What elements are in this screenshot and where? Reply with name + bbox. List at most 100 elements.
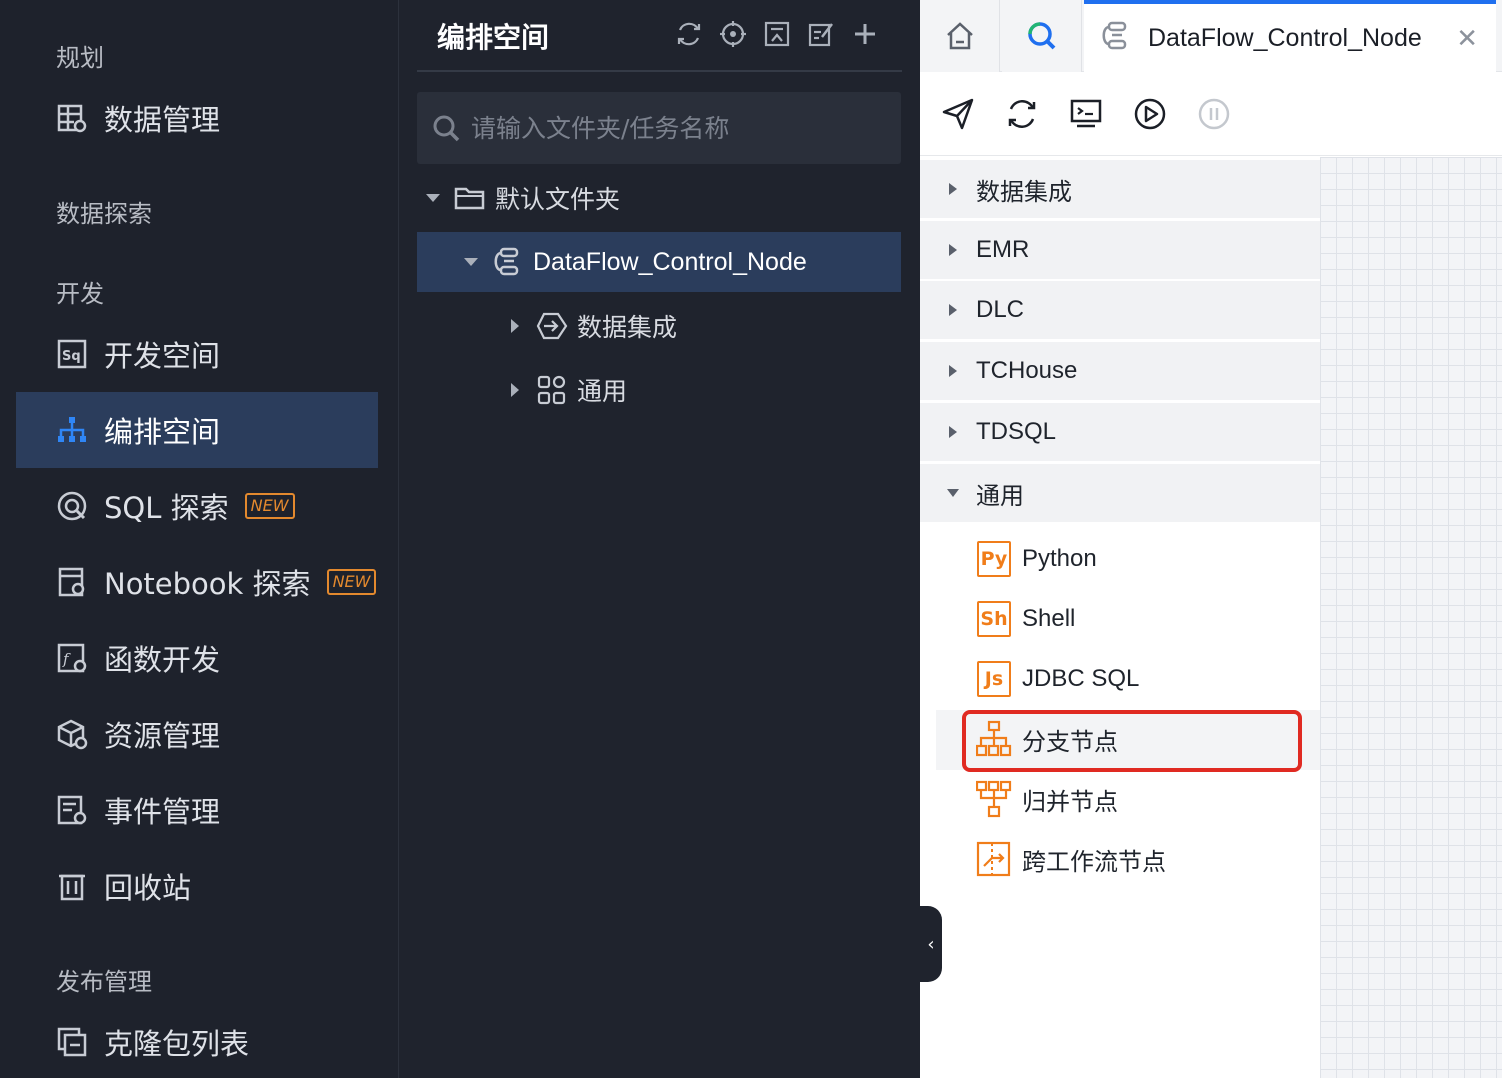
nav-item-notebook-explore[interactable]: Notebook 探索 NEW <box>16 544 378 620</box>
nav-section-develop: 开发 <box>56 280 104 308</box>
function-icon: f <box>56 642 88 674</box>
tab-search[interactable] <box>1002 0 1082 72</box>
grid-icon <box>535 373 569 407</box>
sql-file-icon: Sq <box>56 338 88 370</box>
node-cross-workflow[interactable]: 跨工作流节点 <box>976 831 1166 887</box>
submit-icon[interactable] <box>940 96 976 132</box>
caret-right-icon[interactable] <box>507 382 523 398</box>
nav-item-label: 回收站 <box>104 871 192 905</box>
caret-right-icon[interactable] <box>507 318 523 334</box>
jdbc-icon: Js <box>976 660 1012 698</box>
search-input[interactable] <box>471 113 891 143</box>
nav-item-dev-space[interactable]: Sq 开发空间 <box>16 316 378 392</box>
chevron-left-icon: ‹ <box>927 933 935 955</box>
category-general[interactable]: 通用 <box>920 464 1320 522</box>
home-icon <box>946 22 973 50</box>
nav-item-orchestration[interactable]: 编排空间 <box>16 392 378 468</box>
cross-workflow-icon <box>976 840 1012 878</box>
nav-item-label: 克隆包列表 <box>104 1027 250 1061</box>
tab-workflow[interactable]: DataFlow_Control_Node ✕ <box>1084 0 1496 72</box>
node-label: Python <box>1022 545 1097 572</box>
workflow-canvas[interactable] <box>1320 157 1502 1078</box>
nav-item-recycle[interactable]: 回收站 <box>16 848 378 924</box>
data-management-icon <box>56 102 88 134</box>
nav-section-publish: 发布管理 <box>56 968 152 996</box>
tree-child-integration[interactable]: 数据集成 <box>507 296 677 356</box>
nav-item-event-mgmt[interactable]: 事件管理 <box>16 772 378 848</box>
folder-icon <box>453 181 487 215</box>
node-merge[interactable]: 归并节点 <box>976 771 1118 827</box>
caret-right-icon <box>946 364 960 378</box>
cube-icon <box>56 718 88 750</box>
category-data-integration[interactable]: 数据集成 <box>920 160 1320 218</box>
node-label: 跨工作流节点 <box>1022 848 1166 876</box>
collapse-all-icon[interactable] <box>762 18 792 50</box>
editor-area: DataFlow_Control_Node ✕ 数据集成 EMR DLC TCH… <box>920 0 1502 1078</box>
nav-item-label: 数据管理 <box>104 103 221 137</box>
nav-item-func-dev[interactable]: f 函数开发 <box>16 620 378 696</box>
search-box[interactable] <box>417 92 901 164</box>
nav-item-label: Notebook 探索 <box>104 567 311 601</box>
trash-icon <box>56 870 88 902</box>
tree-child-label: 通用 <box>577 377 628 406</box>
tree-workflow[interactable]: DataFlow_Control_Node <box>417 232 901 292</box>
nav-item-sql-explore[interactable]: SQL 探索 NEW <box>16 468 378 544</box>
refresh-icon[interactable] <box>674 18 704 50</box>
nav-item-clone-list[interactable]: 克隆包列表 <box>16 1004 378 1078</box>
node-label: 归并节点 <box>1022 788 1118 816</box>
console-icon[interactable] <box>1068 96 1104 132</box>
nav-item-resource-mgmt[interactable]: 资源管理 <box>16 696 378 772</box>
node-python[interactable]: Py Python <box>976 531 1097 587</box>
sql-explore-icon <box>56 490 88 522</box>
refresh-icon[interactable] <box>1004 96 1040 132</box>
collapse-panel-button[interactable]: ‹ <box>920 906 942 982</box>
node-label: JDBC SQL <box>1022 665 1140 692</box>
new-badge: NEW <box>326 569 377 595</box>
caret-down-icon[interactable] <box>425 190 441 206</box>
node-label: Shell <box>1022 605 1076 632</box>
category-label: DLC <box>976 296 1025 323</box>
tree-child-label: 数据集成 <box>577 313 678 342</box>
org-tree-icon <box>56 414 88 446</box>
plus-icon[interactable] <box>850 18 880 50</box>
clone-package-icon <box>56 1026 88 1058</box>
locate-icon[interactable] <box>718 18 748 50</box>
tab-home[interactable] <box>920 0 1000 72</box>
python-icon: Py <box>976 540 1012 578</box>
data-integration-icon <box>535 309 569 343</box>
highlight-box <box>962 710 1302 772</box>
category-dlc[interactable]: DLC <box>920 281 1320 339</box>
tree-folder[interactable]: 默认文件夹 <box>425 168 620 228</box>
category-tchouse[interactable]: TCHouse <box>920 342 1320 400</box>
panel-toolbar <box>674 18 880 50</box>
caret-right-icon <box>946 243 960 257</box>
caret-down-icon[interactable] <box>463 254 479 270</box>
category-emr[interactable]: EMR <box>920 221 1320 279</box>
workflow-label: DataFlow_Control_Node <box>533 247 807 276</box>
panel-title: 编排空间 <box>437 21 550 54</box>
category-label: TCHouse <box>976 357 1078 384</box>
run-icon[interactable] <box>1132 96 1168 132</box>
category-label: TDSQL <box>976 418 1057 445</box>
orchestration-panel: 编排空间 默认文件夹 DataFlow_Control_Node <box>398 0 920 1078</box>
tab-label: DataFlow_Control_Node <box>1148 23 1422 52</box>
close-icon[interactable]: ✕ <box>1456 24 1478 54</box>
nav-section-plan: 规划 <box>56 44 104 72</box>
workflow-toolbar <box>920 72 1502 156</box>
svg-text:f: f <box>62 650 71 668</box>
merge-node-icon <box>976 780 1012 818</box>
shell-icon: Sh <box>976 600 1012 638</box>
caret-right-icon <box>946 303 960 317</box>
category-tdsql[interactable]: TDSQL <box>920 403 1320 461</box>
edit-icon[interactable] <box>806 18 836 50</box>
nav-item-data-mgmt[interactable]: 数据管理 <box>16 80 378 156</box>
node-jdbc-sql[interactable]: Js JDBC SQL <box>976 651 1139 707</box>
pause-icon <box>1196 96 1232 132</box>
caret-right-icon <box>946 425 960 439</box>
category-label: 通用 <box>976 482 1024 510</box>
folder-label: 默认文件夹 <box>495 185 621 214</box>
node-shell[interactable]: Sh Shell <box>976 591 1075 647</box>
tree-child-general[interactable]: 通用 <box>507 360 627 420</box>
node-palette: 数据集成 EMR DLC TCHouse TDSQL 通用 Py Python <box>920 157 1320 1078</box>
workflow-icon <box>491 245 525 279</box>
